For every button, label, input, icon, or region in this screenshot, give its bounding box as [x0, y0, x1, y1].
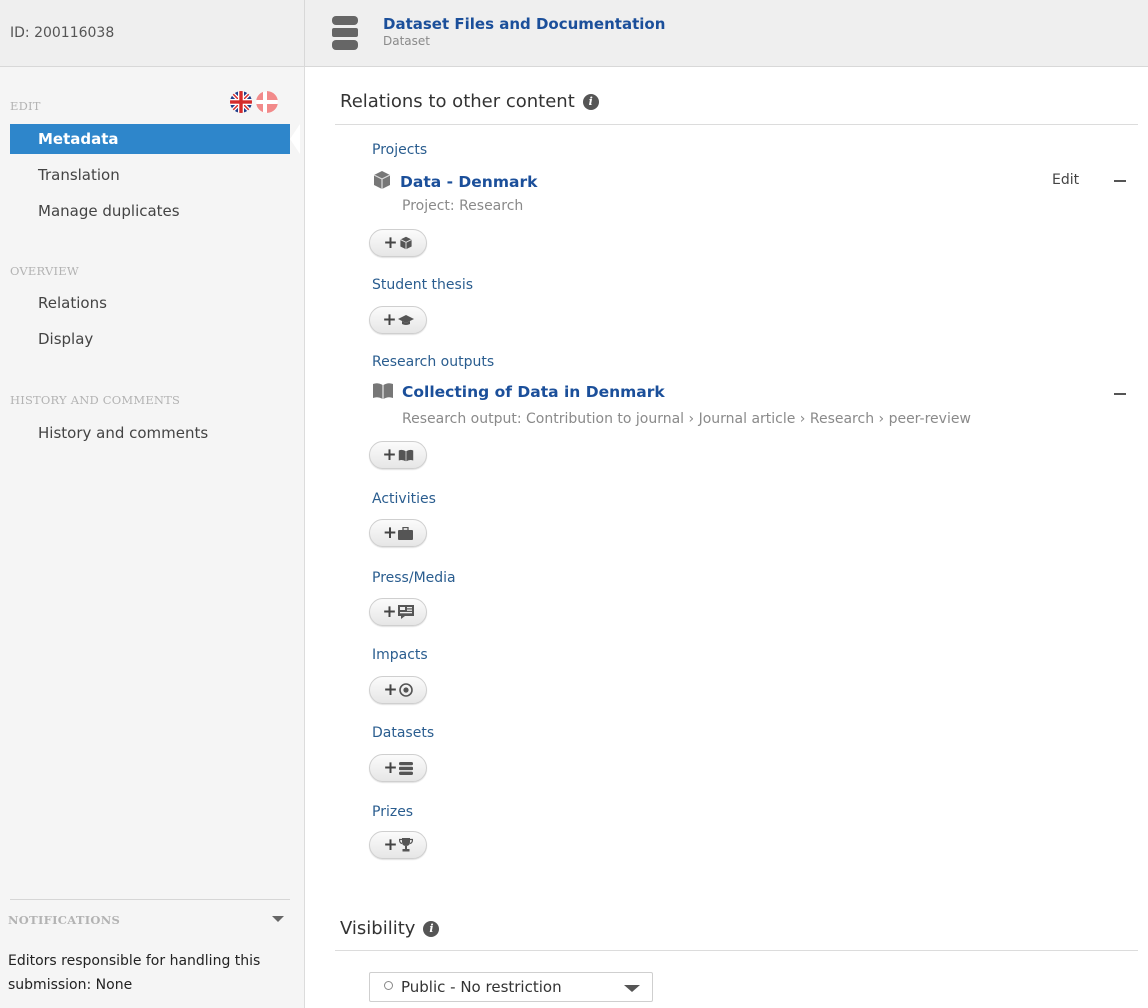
content-id: ID: 200116038 [0, 0, 305, 66]
language-flags [226, 91, 278, 113]
database-icon [332, 16, 358, 50]
overview-heading: OVERVIEW [10, 264, 79, 278]
target-icon [398, 683, 413, 697]
sidebar-item-relations[interactable]: Relations [10, 288, 290, 318]
student-thesis-label: Student thesis [372, 277, 474, 293]
plus-icon: + [383, 679, 398, 700]
radio-icon [384, 981, 393, 990]
plus-icon: + [382, 601, 397, 622]
visibility-select[interactable]: Public - No restriction [369, 972, 653, 1002]
info-icon[interactable]: i [582, 94, 599, 110]
plus-icon: + [383, 834, 398, 855]
sidebar-item-display[interactable]: Display [10, 324, 290, 354]
plus-icon: + [383, 757, 398, 778]
prizes-label: Prizes [372, 804, 414, 820]
sidebar-item-label: Metadata [38, 130, 119, 148]
edit-heading: EDIT [10, 99, 41, 113]
chevron-down-icon [624, 985, 640, 992]
project-title-link[interactable]: Data - Denmark [400, 173, 537, 191]
datasets-label: Datasets [372, 725, 435, 741]
remove-icon[interactable] [1114, 180, 1126, 182]
relations-title: Relations to other content [340, 91, 575, 112]
history-heading: HISTORY AND COMMENTS [10, 393, 181, 407]
cube-icon [399, 236, 412, 250]
book-icon [398, 449, 413, 461]
plus-icon: + [383, 232, 398, 253]
sidebar-item-history-and-comments[interactable]: History and comments [10, 418, 290, 448]
impacts-label: Impacts [372, 647, 428, 663]
notifications-text: Editors responsible for handling this su… [8, 953, 261, 993]
relations-section-title: Relations to other content i [340, 91, 599, 112]
add-activity-button[interactable]: + [369, 519, 427, 547]
add-prize-button[interactable]: + [369, 831, 427, 859]
content-title[interactable]: Dataset Files and Documentation [383, 15, 665, 33]
research-output-subtitle: Research output: Contribution to journal… [402, 411, 971, 427]
visibility-title: Visibility [340, 918, 416, 939]
page-header: ID: 200116038 Dataset Files and Document… [0, 0, 1148, 67]
divider [335, 124, 1138, 125]
projects-label: Projects [372, 142, 428, 158]
sidebar-item-label: Manage duplicates [38, 202, 180, 220]
denmark-flag-icon[interactable] [256, 91, 278, 113]
sidebar-item-metadata[interactable]: Metadata [10, 124, 290, 154]
sidebar-item-translation[interactable]: Translation [10, 160, 290, 190]
sidebar-item-label: History and comments [38, 424, 209, 442]
database-icon [398, 761, 413, 775]
notifications-heading: NOTIFICATIONS [8, 913, 121, 927]
plus-icon: + [382, 522, 398, 543]
project-item: Data - Denmark [372, 170, 537, 191]
trophy-icon [398, 838, 413, 852]
research-output-title-link[interactable]: Collecting of Data in Denmark [402, 383, 665, 401]
visibility-section-title: Visibility i [340, 918, 440, 939]
plus-icon: + [382, 309, 397, 330]
research-outputs-label: Research outputs [372, 354, 495, 370]
active-indicator [290, 124, 300, 154]
activities-label: Activities [372, 491, 436, 507]
plus-icon: + [382, 444, 397, 465]
graduation-cap-icon [397, 315, 414, 325]
remove-icon[interactable] [1114, 393, 1126, 395]
add-research-output-button[interactable]: + [369, 441, 427, 469]
project-subtitle: Project: Research [402, 198, 524, 214]
press-media-label: Press/Media [372, 570, 456, 586]
book-icon [373, 383, 393, 399]
content-type: Dataset [383, 34, 430, 48]
uk-flag-icon[interactable] [230, 91, 252, 113]
divider [335, 950, 1138, 951]
research-output-item: Collecting of Data in Denmark [372, 382, 665, 401]
sidebar-item-label: Display [38, 330, 94, 348]
visibility-selected-value: Public - No restriction [401, 978, 562, 996]
add-impact-button[interactable]: + [369, 676, 427, 704]
add-dataset-button[interactable]: + [369, 754, 427, 782]
briefcase-icon [398, 526, 414, 540]
chevron-down-icon[interactable] [272, 916, 284, 922]
notifications-divider [10, 899, 290, 900]
newspaper-icon [397, 605, 414, 619]
cube-icon [373, 171, 391, 189]
add-project-button[interactable]: + [369, 229, 427, 257]
sidebar: EDIT Metadata Translation Manage duplica… [0, 67, 305, 1008]
sidebar-item-label: Translation [38, 166, 120, 184]
sidebar-item-label: Relations [38, 294, 107, 312]
add-press-media-button[interactable]: + [369, 598, 427, 626]
info-icon[interactable]: i [423, 921, 440, 937]
edit-link[interactable]: Edit [1052, 172, 1079, 188]
add-student-thesis-button[interactable]: + [369, 306, 427, 334]
sidebar-item-manage-duplicates[interactable]: Manage duplicates [10, 196, 290, 226]
